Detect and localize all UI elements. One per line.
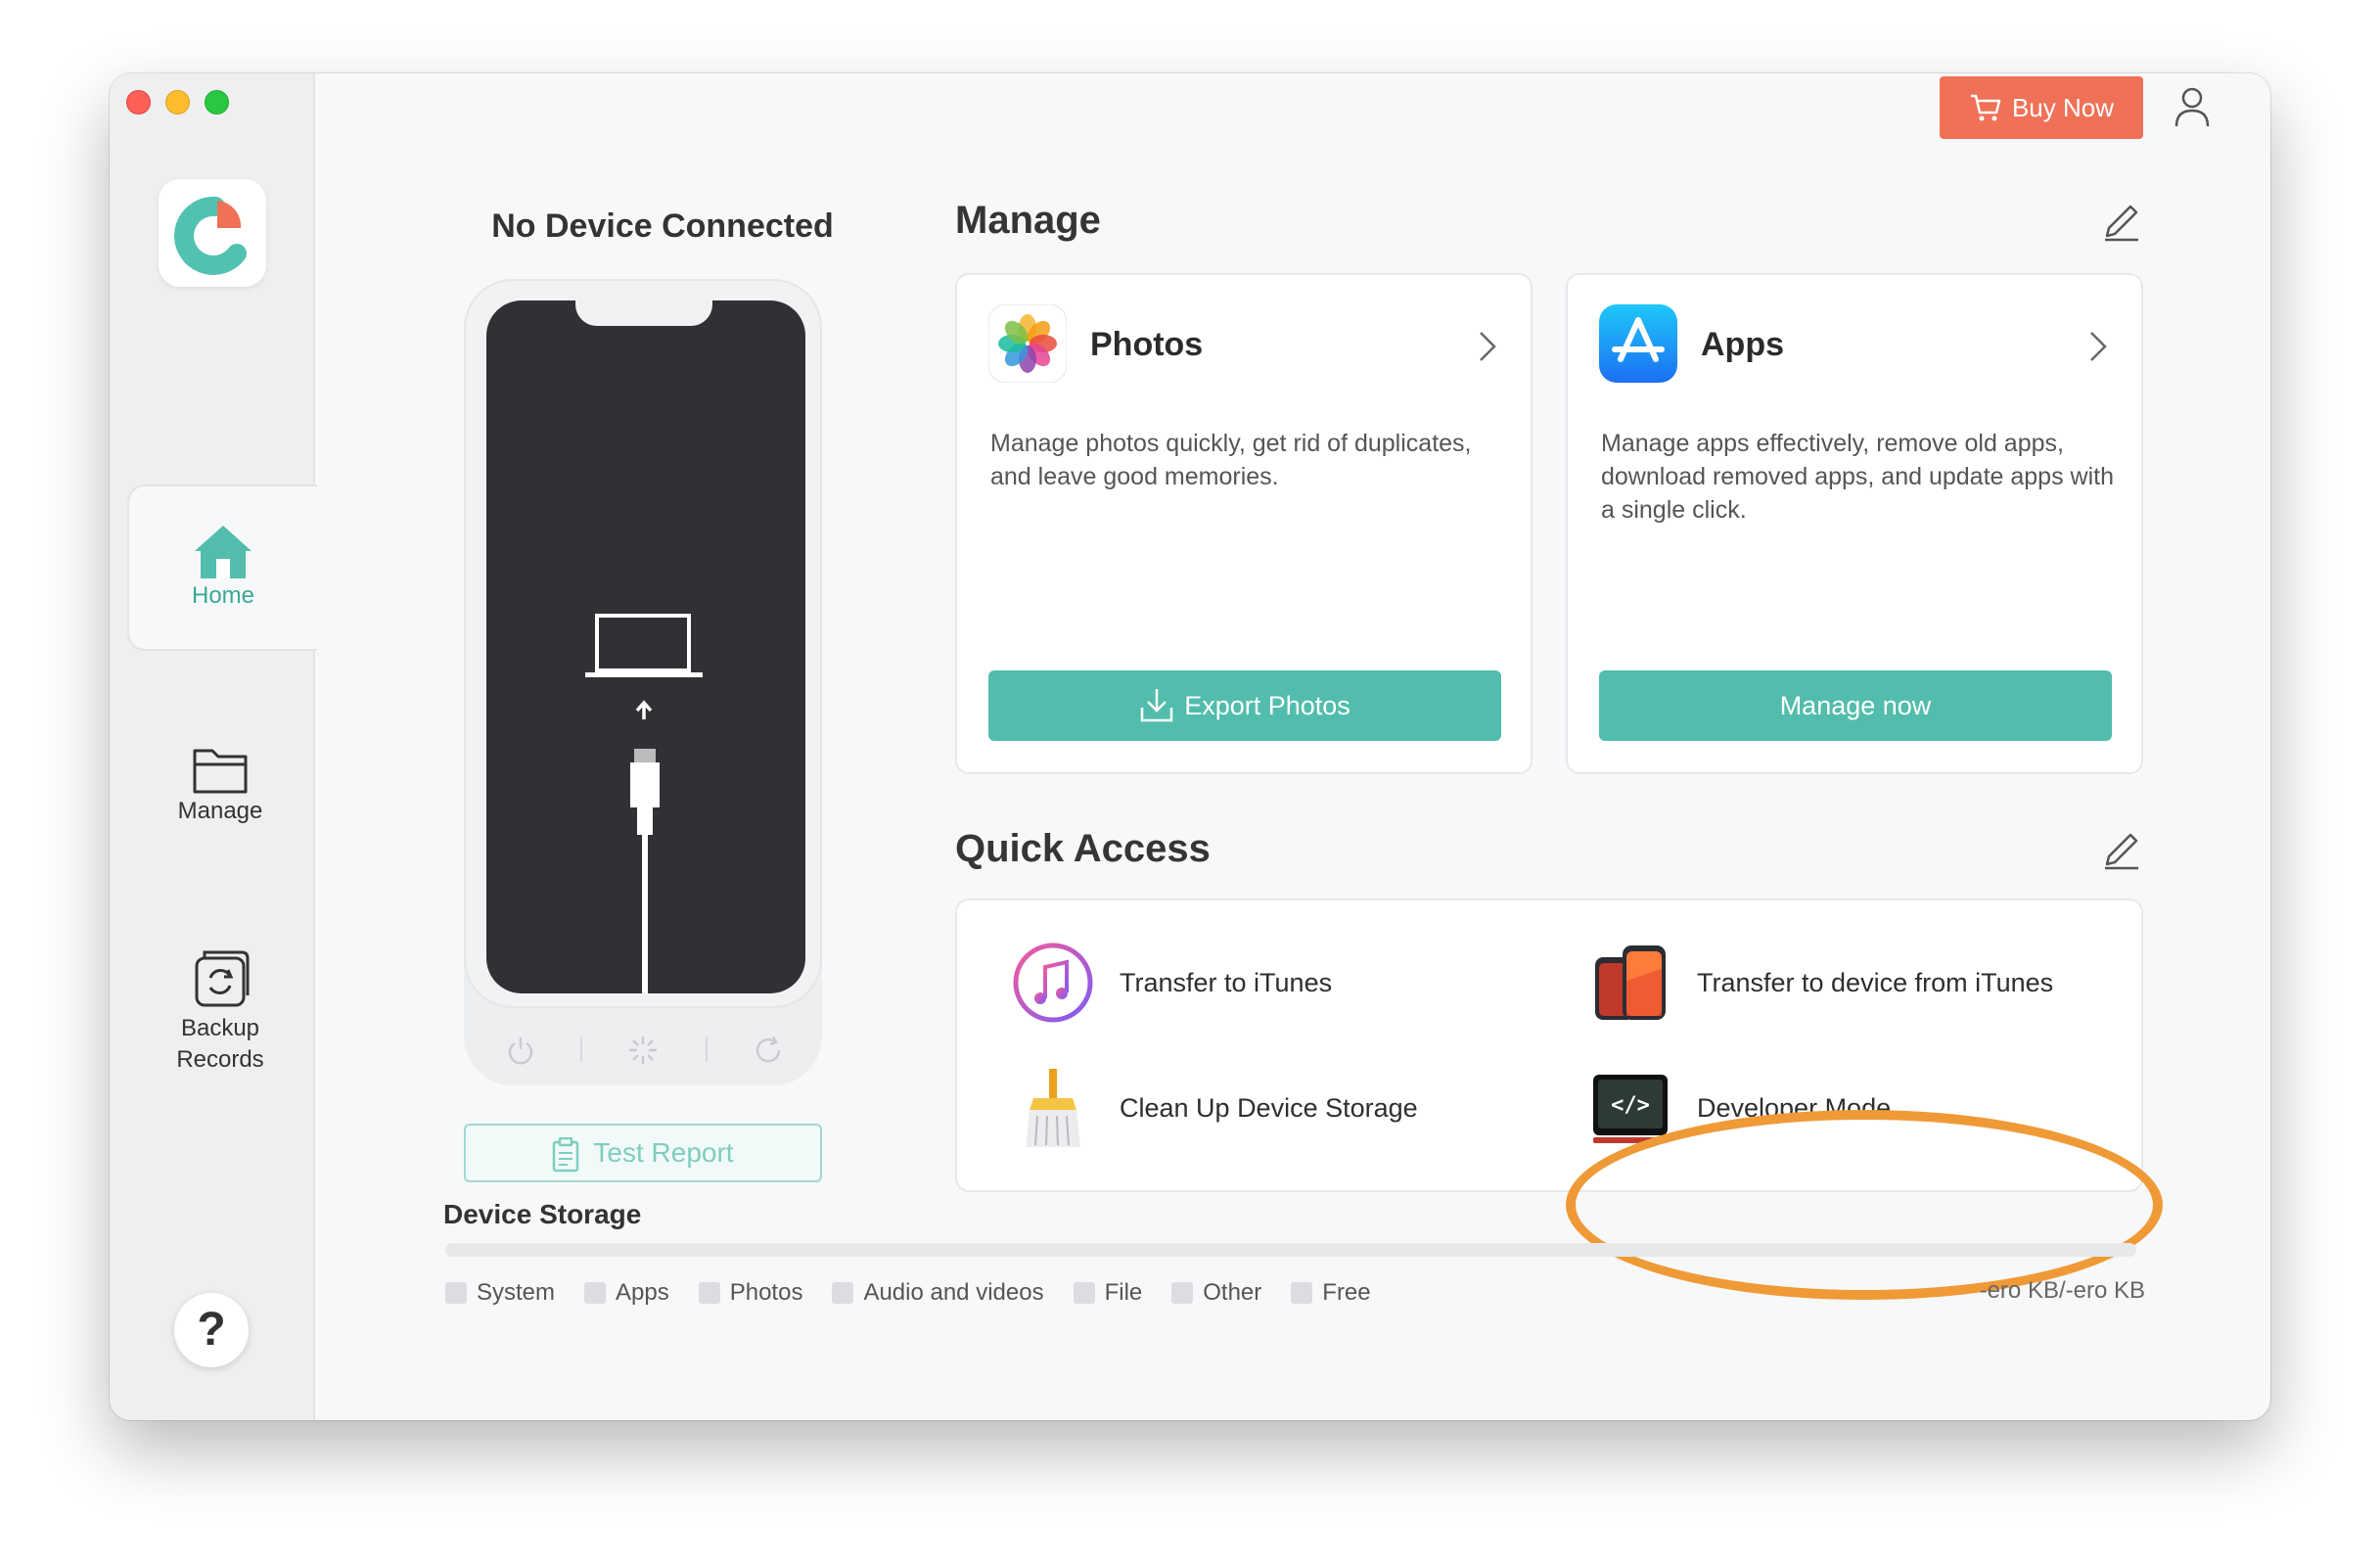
device-status-title: No Device Connected [491,207,834,245]
export-photos-label: Export Photos [1184,691,1350,720]
refresh-icon[interactable] [753,1035,784,1066]
download-icon [1140,688,1173,722]
minimize-window-button[interactable] [165,90,190,115]
legend-item-free: Free [1291,1279,1371,1307]
sidebar-item-label: Backup Records [176,1015,264,1073]
qa-clean-up-storage[interactable]: Clean Up Device Storage [1012,1067,1418,1149]
chevron-right-icon[interactable] [1478,330,1497,363]
storage-legend: System Apps Photos Audio and videos File… [445,1279,1400,1307]
photos-card-title: Photos [1090,326,1204,363]
photos-card[interactable]: Photos Manage photos quickly, get rid of… [955,273,1533,774]
qa-label: Transfer to device from iTunes [1697,967,2054,997]
legend-item-system: System [445,1279,555,1307]
legend-label: Apps [616,1279,669,1306]
loading-icon[interactable] [627,1035,659,1066]
close-window-button[interactable] [126,90,151,115]
legend-label: File [1104,1279,1143,1306]
photos-card-description: Manage photos quickly, get rid of duplic… [990,430,1472,490]
control-divider [580,1036,582,1062]
storage-usage-bar [445,1243,2136,1257]
legend-swatch [584,1282,607,1304]
legend-swatch [698,1282,720,1304]
phone-screen [486,300,805,993]
test-report-label: Test Report [593,1137,734,1168]
zoom-window-button[interactable] [205,90,229,115]
edit-quick-access-icon[interactable] [2101,829,2142,870]
manage-section-title: Manage [955,199,1101,242]
qa-label: Transfer to iTunes [1120,967,1333,997]
legend-swatch [1073,1282,1095,1304]
legend-label: Photos [729,1279,803,1306]
logo-icon [174,196,247,275]
phone-notch [575,297,712,326]
sidebar-item-manage[interactable]: Manage [127,745,313,852]
buy-now-label: Buy Now [2011,92,2115,122]
sidebar-item-label: Home [191,582,255,609]
sidebar-item-backup-records[interactable]: Backup Records [127,948,313,1085]
legend-swatch [1171,1282,1194,1304]
legend-item-other: Other [1171,1279,1261,1307]
quick-access-panel: Transfer to iTunes Transfer to device fr… [955,898,2143,1192]
device-storage-title: Device Storage [443,1199,642,1229]
cart-icon [1970,94,2001,121]
qa-label: Clean Up Device Storage [1120,1092,1418,1123]
svg-text:</>: </> [1611,1093,1650,1118]
clipboard-icon [553,1136,579,1172]
power-icon[interactable] [505,1035,536,1066]
legend-swatch [445,1282,467,1304]
apps-card-title: Apps [1701,326,1784,363]
developer-icon: </> [1593,1075,1668,1143]
legend-label: Free [1322,1279,1371,1306]
qa-transfer-from-itunes[interactable]: Transfer to device from iTunes [1589,942,2053,1024]
qa-transfer-to-itunes[interactable]: Transfer to iTunes [1012,942,1332,1024]
legend-item-photos: Photos [698,1279,803,1307]
apps-card-description: Manage apps effectively, remove old apps… [1601,430,2114,524]
legend-swatch [1291,1282,1313,1304]
buy-now-button[interactable]: Buy Now [1940,76,2143,139]
qa-developer-mode[interactable]: </> Developer Mode [1589,1067,1891,1149]
folder-icon [193,749,248,794]
qa-label: Developer Mode [1697,1092,1892,1123]
connect-device-illustration [585,614,703,993]
storage-capacity-value: -ero KB/-ero KB [1979,1277,2145,1304]
quick-access-section-title: Quick Access [955,827,1211,870]
legend-label: System [477,1279,556,1306]
legend-swatch [832,1282,854,1304]
photos-app-icon [988,304,1067,383]
manage-now-button[interactable]: Manage now [1599,670,2112,741]
edit-manage-icon[interactable] [2101,201,2142,242]
sidebar: Home Manage Backup Records ? [110,73,317,1420]
phones-icon [1595,945,1666,1020]
legend-label: Audio and videos [863,1279,1044,1306]
export-photos-button[interactable]: Export Photos [988,670,1501,741]
control-divider [706,1036,708,1062]
test-report-button[interactable]: Test Report [464,1124,822,1182]
legend-label: Other [1203,1279,1262,1306]
legend-item-audio-videos: Audio and videos [832,1279,1044,1307]
user-account-icon[interactable] [2173,85,2212,128]
backup-icon [195,950,250,1007]
itunes-icon [1013,943,1093,1023]
sidebar-item-label: Manage [177,798,263,824]
app-window: Home Manage Backup Records ? Buy Now No … [110,73,2270,1420]
app-logo [159,179,266,287]
broom-icon [1026,1069,1080,1147]
apps-card[interactable]: Apps Manage apps effectively, remove old… [1566,273,2143,774]
sidebar-item-home[interactable]: Home [127,484,317,651]
help-button[interactable]: ? [174,1293,249,1367]
home-icon [195,526,252,578]
chevron-right-icon[interactable] [2088,330,2108,363]
legend-item-apps: Apps [584,1279,669,1307]
app-store-icon [1599,304,1677,383]
legend-item-file: File [1073,1279,1143,1307]
